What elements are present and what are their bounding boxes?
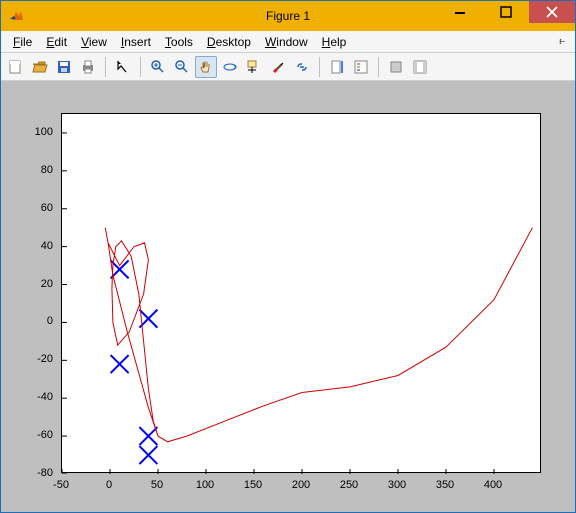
toolbar (1, 53, 575, 81)
edit-plot-button[interactable] (112, 56, 134, 78)
print-button[interactable] (77, 56, 99, 78)
open-button[interactable] (29, 56, 51, 78)
x-tick-label: 300 (388, 479, 406, 491)
y-tick-label: -40 (37, 391, 53, 403)
insert-colorbar-button[interactable] (326, 56, 348, 78)
data-cursor-button[interactable] (243, 56, 265, 78)
x-tick-label: 100 (196, 479, 214, 491)
toolbar-separator (378, 57, 379, 77)
y-tick-label: -20 (37, 353, 53, 365)
x-tick-label: 200 (292, 479, 310, 491)
y-tick-label: 20 (41, 278, 53, 290)
axes[interactable] (61, 113, 541, 473)
menu-insert[interactable]: Insert (115, 33, 157, 51)
menu-help[interactable]: Help (316, 33, 353, 51)
toolbar-separator (319, 57, 320, 77)
titlebar: Figure 1 (1, 1, 575, 31)
x-tick-label: 250 (340, 479, 358, 491)
menu-edit[interactable]: Edit (40, 33, 73, 51)
menu-file[interactable]: File (7, 33, 38, 51)
window-controls (437, 1, 575, 31)
menu-desktop[interactable]: Desktop (201, 33, 257, 51)
figure-window: Figure 1 File Edit View Insert Tools Des… (0, 0, 576, 513)
y-tick-label: -80 (37, 467, 53, 479)
toolbar-separator (105, 57, 106, 77)
menubar: File Edit View Insert Tools Desktop Wind… (1, 31, 575, 53)
rotate3d-button[interactable] (219, 56, 241, 78)
link-button[interactable] (291, 56, 313, 78)
zoom-out-button[interactable] (171, 56, 193, 78)
insert-legend-button[interactable] (350, 56, 372, 78)
maximize-button[interactable] (483, 1, 529, 23)
x-tick-label: 50 (151, 479, 163, 491)
toolbar-separator (140, 57, 141, 77)
y-tick-label: -60 (37, 429, 53, 441)
x-tick-label: 400 (484, 479, 502, 491)
pan-button[interactable] (195, 56, 217, 78)
menu-tools[interactable]: Tools (159, 33, 199, 51)
x-tick-label: 150 (244, 479, 262, 491)
menu-view[interactable]: View (75, 33, 113, 51)
plot-canvas (62, 114, 542, 474)
scatter-marker (111, 355, 129, 373)
y-tick-label: 60 (41, 202, 53, 214)
zoom-in-button[interactable] (147, 56, 169, 78)
minimize-button[interactable] (437, 1, 483, 23)
x-tick-label: 0 (106, 479, 112, 491)
hide-plot-tools-button[interactable] (385, 56, 407, 78)
scatter-marker (139, 427, 157, 445)
menu-window[interactable]: Window (259, 33, 314, 51)
y-tick-label: 80 (41, 164, 53, 176)
y-tick-label: 100 (35, 126, 53, 138)
new-figure-button[interactable] (5, 56, 27, 78)
scatter-marker (139, 446, 157, 464)
x-tick-labels: -50050100150200250300350400 (61, 477, 541, 493)
brush-button[interactable] (267, 56, 289, 78)
save-button[interactable] (53, 56, 75, 78)
matlab-icon (9, 8, 25, 24)
x-tick-label: -50 (53, 479, 69, 491)
x-tick-label: 350 (436, 479, 454, 491)
y-tick-label: 0 (47, 315, 53, 327)
close-button[interactable] (529, 1, 575, 23)
dock-icon[interactable]: ⥼ (559, 36, 569, 47)
line-series (105, 228, 532, 442)
show-plot-tools-button[interactable] (409, 56, 431, 78)
y-tick-label: 40 (41, 240, 53, 252)
figure-client-area: -80 -60 -40 -20 0 20 40 60 80 100 -50 0 50 100 150 200… (1, 81, 575, 512)
y-tick-labels: -80-60-40-20020406080100 (21, 113, 57, 473)
